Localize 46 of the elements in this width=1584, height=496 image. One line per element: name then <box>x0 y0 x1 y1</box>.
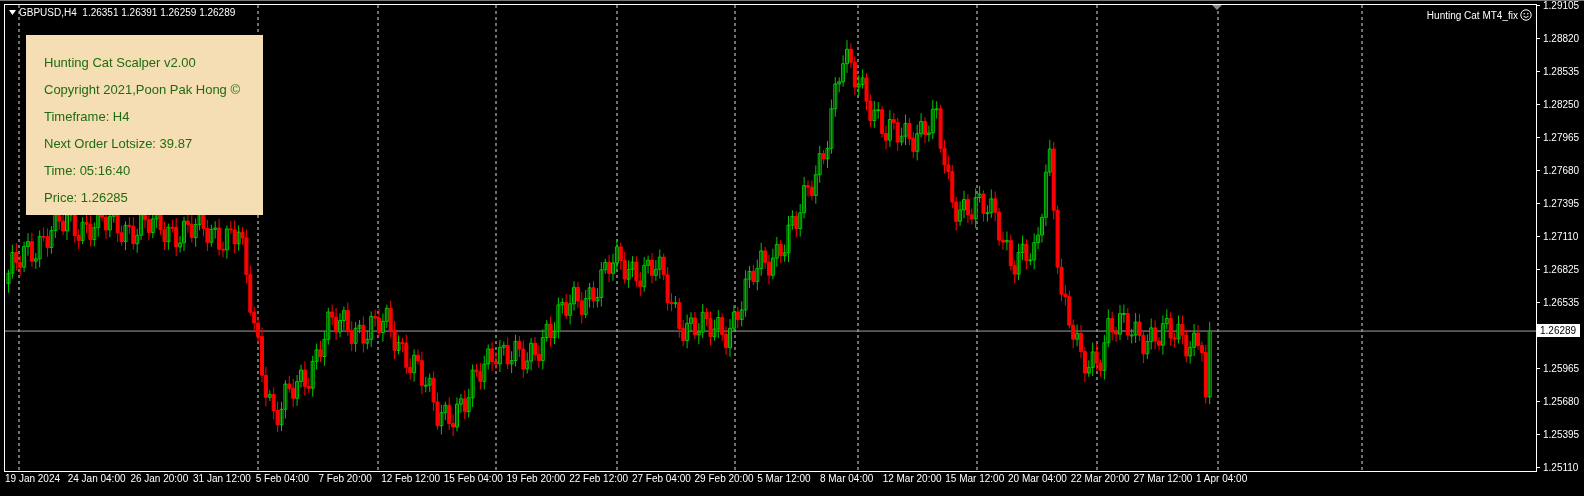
time-label: 12 Feb 12:00 <box>381 473 441 484</box>
time-label: 12 Mar 20:00 <box>882 473 942 484</box>
time-label: 31 Jan 12:00 <box>193 473 251 484</box>
info-line: Price: 1.26285 <box>44 189 129 207</box>
info-line: Copyright 2021,Poon Pak Hong © <box>44 81 242 99</box>
time-label: 24 Jan 04:00 <box>67 473 126 484</box>
indicator-label: Hunting Cat MT4_fix <box>1426 9 1518 21</box>
current-price-label: 1.26289 <box>1536 324 1581 338</box>
time-label: 7 Feb 20:00 <box>318 473 372 484</box>
time-label: 22 Feb 12:00 <box>569 473 629 484</box>
price-tick-label: 1.26825 <box>1543 263 1580 275</box>
info-line: Time: 05:16:40 <box>44 162 132 180</box>
time-label: 5 Feb 04:00 <box>255 473 310 484</box>
price-tick-label: 1.28250 <box>1543 98 1580 110</box>
shift-marker-icon <box>1212 5 1222 10</box>
price-tick-label: 1.25110 <box>1543 462 1579 474</box>
price-tick-label: 1.28820 <box>1543 32 1580 44</box>
price-tick-label: 1.27680 <box>1543 164 1580 176</box>
time-label: 27 Feb 04:00 <box>631 473 691 484</box>
info-line: Timeframe: H4 <box>44 108 131 126</box>
price-tick-label: 1.26535 <box>1543 297 1580 309</box>
time-label: 26 Jan 20:00 <box>130 473 189 484</box>
time-label: 22 Mar 20:00 <box>1070 473 1130 484</box>
price-tick-label: 1.28535 <box>1543 65 1580 77</box>
dropdown-icon[interactable] <box>9 10 16 15</box>
time-label: 15 Feb 04:00 <box>443 473 503 484</box>
time-label: 1 Apr 04:00 <box>1196 473 1248 484</box>
time-label: 15 Mar 12:00 <box>945 473 1005 484</box>
chart-header: GBPUSD,H4 1.26351 1.26391 1.26259 1.26289 <box>19 7 236 18</box>
price-tick-label: 1.27110 <box>1543 230 1579 242</box>
smiley-icon[interactable] <box>1520 9 1532 21</box>
time-label: 5 Mar 12:00 <box>757 473 811 484</box>
time-label: 20 Mar 04:00 <box>1008 473 1067 484</box>
time-label: 29 Feb 20:00 <box>694 473 754 484</box>
time-label: 19 Jan 2024 <box>5 473 61 484</box>
info-line: Hunting Cat Scalper v2.00 <box>44 54 197 72</box>
price-tick-label: 1.27395 <box>1543 197 1580 209</box>
time-label: 19 Feb 20:00 <box>506 473 566 484</box>
price-tick-label: 1.25965 <box>1543 363 1580 375</box>
price-tick-label: 1.25680 <box>1543 396 1580 408</box>
info-line: Next Order Lotsize: 39.87 <box>44 135 194 153</box>
price-tick-label: 1.27965 <box>1543 131 1580 143</box>
time-label: 27 Mar 12:00 <box>1133 473 1193 484</box>
time-label: 8 Mar 04:00 <box>819 473 874 484</box>
price-tick-label: 1.25395 <box>1543 429 1580 441</box>
price-tick-label: 1.29105 <box>1543 0 1580 11</box>
